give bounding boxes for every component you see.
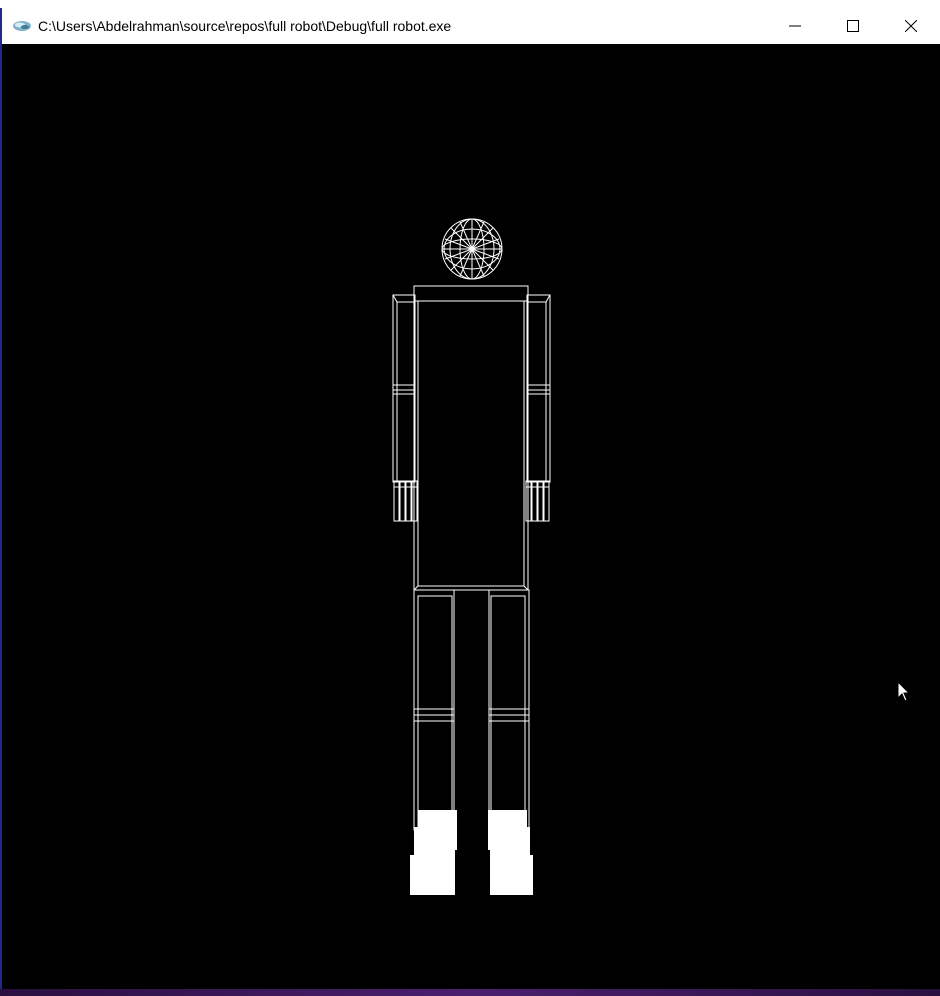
app-icon	[13, 21, 31, 31]
screen-top-edge	[0, 0, 940, 8]
maximize-icon	[847, 20, 859, 32]
robot-right-arm	[526, 294, 551, 483]
robot-head	[441, 218, 503, 280]
robot-left-foot	[410, 810, 457, 895]
robot-right-hand	[525, 480, 550, 522]
robot-left-leg	[413, 589, 455, 831]
close-button[interactable]	[882, 8, 940, 44]
app-window: C:\Users\Abdelrahman\source\repos\full r…	[0, 8, 940, 989]
window-title: C:\Users\Abdelrahman\source\repos\full r…	[38, 18, 452, 34]
maximize-button[interactable]	[824, 8, 882, 44]
opengl-viewport[interactable]	[2, 44, 940, 989]
minimize-button[interactable]	[766, 8, 824, 44]
title-bar[interactable]: C:\Users\Abdelrahman\source\repos\full r…	[2, 8, 940, 44]
arrow-cursor-icon	[897, 681, 911, 702]
taskbar-edge	[0, 989, 940, 996]
robot-right-leg	[488, 589, 530, 831]
minimize-icon	[789, 25, 801, 27]
robot-right-foot	[488, 810, 533, 895]
close-icon	[905, 20, 917, 32]
robot-left-arm	[392, 294, 416, 483]
robot-torso	[413, 285, 529, 591]
robot-wireframe	[392, 218, 551, 895]
